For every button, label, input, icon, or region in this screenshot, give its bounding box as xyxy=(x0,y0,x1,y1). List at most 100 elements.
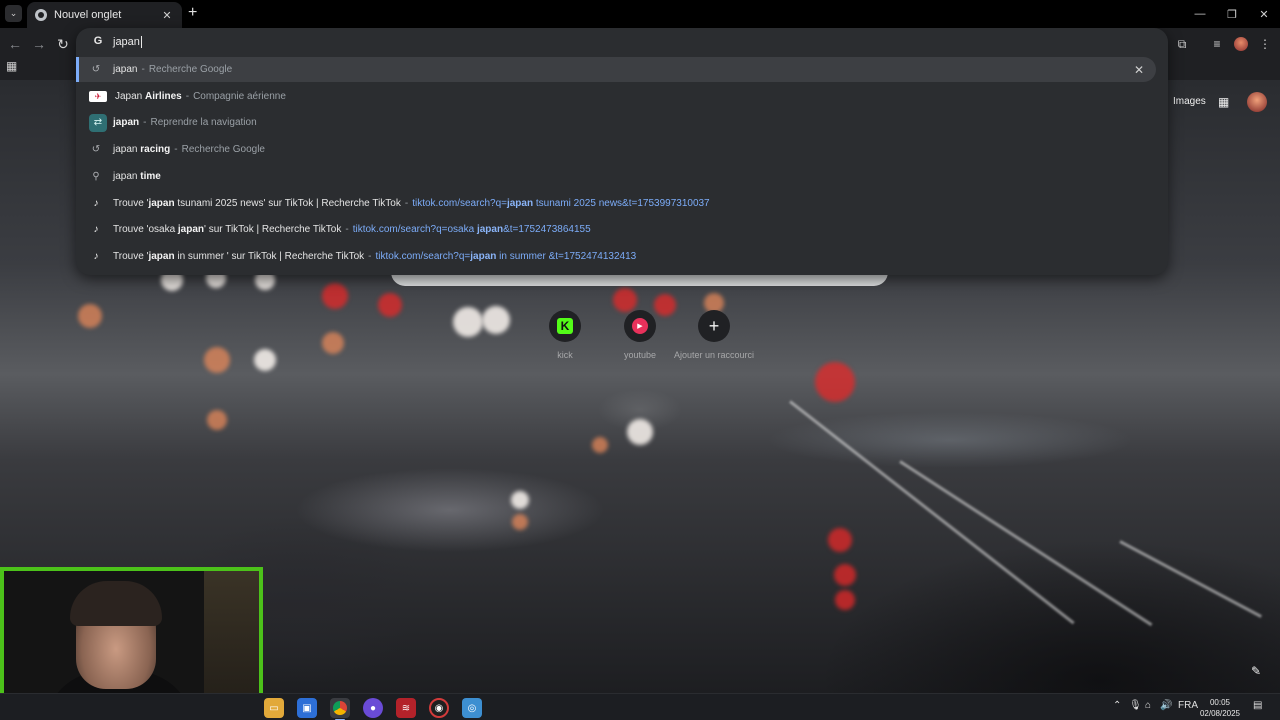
reload-icon[interactable]: ↻ xyxy=(54,35,72,53)
suggestion-separator: - xyxy=(141,64,145,75)
bokeh-light xyxy=(613,288,637,312)
notifications-icon[interactable]: ▤ xyxy=(1253,700,1262,711)
address-bar[interactable]: G japan xyxy=(76,28,1168,56)
obs-icon[interactable]: ◉ xyxy=(429,698,449,718)
tab-strip: ⌄ Nouvel onglet ✕ + — ❐ ✕ xyxy=(0,0,1280,28)
account-avatar[interactable] xyxy=(1247,92,1267,112)
bokeh-light xyxy=(828,528,852,552)
images-link[interactable]: Images xyxy=(1173,96,1206,107)
youtube-icon: ▶ xyxy=(632,318,648,334)
omnibox-suggestion[interactable]: ↺ japan - Recherche Google ✕ xyxy=(76,57,1156,82)
network-icon[interactable]: ⌂ xyxy=(1145,700,1151,711)
remove-suggestion-icon[interactable]: ✕ xyxy=(1134,63,1144,77)
bokeh-light xyxy=(322,332,344,354)
file-explorer-icon[interactable]: ▭ xyxy=(264,698,284,718)
suggestion-text: Japan Airlines xyxy=(115,90,182,102)
back-icon[interactable]: ← xyxy=(6,35,24,53)
suggestion-separator: - xyxy=(174,144,178,156)
shortcut-label: youtube xyxy=(623,350,657,360)
suggestion-separator: - xyxy=(345,224,349,236)
text-caret xyxy=(140,36,142,48)
plus-icon: + xyxy=(708,316,720,336)
bokeh-light xyxy=(254,349,276,371)
microphone-icon[interactable]: 🎙 xyxy=(1129,700,1142,711)
suggestion-text: japan xyxy=(113,117,140,129)
webcam-overlay xyxy=(0,567,263,713)
shortcut-add[interactable]: + Ajouter un raccourci xyxy=(674,310,754,360)
minimize-icon[interactable]: — xyxy=(1184,0,1216,28)
media-controls-icon[interactable]: ≡ xyxy=(1207,34,1227,54)
bokeh-light xyxy=(322,283,348,309)
suggestion-description: Recherche Google xyxy=(181,144,265,156)
tab-new-tab[interactable]: Nouvel onglet ✕ xyxy=(27,2,182,28)
google-g-icon: G xyxy=(93,35,103,47)
bokeh-light xyxy=(835,590,855,610)
suggestion-separator: - xyxy=(368,250,372,262)
language-indicator[interactable]: FRA xyxy=(1178,700,1198,711)
volume-icon[interactable]: 🔊 xyxy=(1160,700,1172,711)
omnibox-dropdown: G japan ↺ japan - Recherche Google ✕ ✈ Japan A… xyxy=(76,28,1168,275)
customize-pencil-icon[interactable]: ✎ xyxy=(1251,664,1267,680)
suggestion-url: tiktok.com/search?q=japan in summer &t=1… xyxy=(375,250,637,262)
address-input[interactable]: japan xyxy=(113,36,140,48)
suggestion-url: tiktok.com/search?q=japan tsunami 2025 n… xyxy=(412,197,710,209)
tab-close-icon[interactable]: ✕ xyxy=(160,9,174,22)
suggestion-text: Trouve 'japan tsunami 2025 news' sur Tik… xyxy=(113,197,401,209)
discord-icon[interactable]: ● xyxy=(363,698,383,718)
bokeh-light xyxy=(204,347,230,373)
tab-title: Nouvel onglet xyxy=(54,9,122,21)
bokeh-light xyxy=(453,307,483,337)
windows-taskbar: ▭ ▣ ● ≋ ◉ ◎ ⌃ 🎙 ⌂ 🔊 FRA 00:05 02/08/2025… xyxy=(0,693,1280,720)
omnibox-suggestion[interactable]: ⚲ japan time xyxy=(76,164,1156,189)
suggestion-text: Trouve 'japan in summer ' sur TikTok | R… xyxy=(113,250,365,262)
window-controls: — ❐ ✕ xyxy=(1184,0,1280,28)
tab-search-chevron-icon[interactable]: ⌄ xyxy=(5,5,22,22)
chrome-icon xyxy=(35,9,47,21)
apps-grid-icon[interactable]: ▦ xyxy=(6,59,22,75)
chrome-taskbar-icon[interactable] xyxy=(330,698,350,720)
omnibox-suggestion[interactable]: ♪ Trouve 'japan tsunami 2025 news' sur Ti… xyxy=(76,191,1156,216)
store-icon[interactable]: ▣ xyxy=(297,698,317,718)
kick-icon: K xyxy=(557,318,573,334)
tiktok-icon: ♪ xyxy=(93,250,99,262)
suggestion-url: tiktok.com/search?q=osaka japan&t=175247… xyxy=(352,224,591,236)
tiktok-icon: ♪ xyxy=(93,224,99,236)
settings-app-icon[interactable]: ◎ xyxy=(462,698,482,718)
close-window-icon[interactable]: ✕ xyxy=(1248,0,1280,28)
bokeh-light xyxy=(482,306,510,334)
shortcut-kick[interactable]: K kick xyxy=(525,310,605,360)
clock-date: 02/08/2025 xyxy=(1199,709,1241,718)
forward-icon[interactable]: → xyxy=(30,35,48,53)
suggestion-separator: - xyxy=(404,197,409,209)
suggestion-separator: - xyxy=(143,117,147,129)
clock-time: 00:05 xyxy=(1209,698,1231,707)
voicemeeter-icon[interactable]: ≋ xyxy=(396,698,416,718)
switch-tab-icon: ⇄ xyxy=(89,113,107,132)
omnibox-suggestion[interactable]: ↺ japan racing - Recherche Google xyxy=(76,137,1156,162)
shortcut-youtube[interactable]: ▶ youtube xyxy=(600,310,680,360)
omnibox-suggestion[interactable]: ♪ Trouve 'japan in summer ' sur TikTok | … xyxy=(76,244,1156,269)
omnibox-suggestion[interactable]: ✈ Japan Airlines - Compagnie aérienne xyxy=(76,84,1156,109)
bokeh-light xyxy=(511,491,529,509)
bokeh-light xyxy=(512,514,528,530)
tiktok-icon: ♪ xyxy=(93,197,99,209)
search-icon: ⚲ xyxy=(92,170,100,182)
suggestion-text: japan racing xyxy=(113,144,171,156)
menu-kebab-icon[interactable]: ⋮ xyxy=(1255,34,1275,54)
tray-overflow-icon[interactable]: ⌃ xyxy=(1113,700,1121,711)
bokeh-light xyxy=(378,293,402,317)
suggestion-text: Trouve 'osaka japan' sur TikTok | Recher… xyxy=(113,224,342,236)
restore-icon[interactable]: ❐ xyxy=(1216,0,1248,28)
bokeh-light xyxy=(627,419,653,445)
suggestion-description: Reprendre la navigation xyxy=(150,117,257,129)
omnibox-suggestion[interactable]: ⇄ japan - Reprendre la navigation xyxy=(76,110,1156,135)
suggestion-text: japan time xyxy=(113,170,161,182)
profile-icon[interactable] xyxy=(1231,34,1251,54)
extensions-icon[interactable]: ⧉ xyxy=(1172,34,1192,54)
google-apps-icon[interactable]: ▦ xyxy=(1218,95,1232,109)
bokeh-light xyxy=(815,362,855,402)
bokeh-light xyxy=(78,304,102,328)
omnibox-suggestion[interactable]: ♪ Trouve 'osaka japan' sur TikTok | Reche… xyxy=(76,217,1156,242)
clock[interactable]: 00:05 02/08/2025 xyxy=(1198,697,1242,719)
new-tab-button[interactable]: + xyxy=(188,5,197,21)
